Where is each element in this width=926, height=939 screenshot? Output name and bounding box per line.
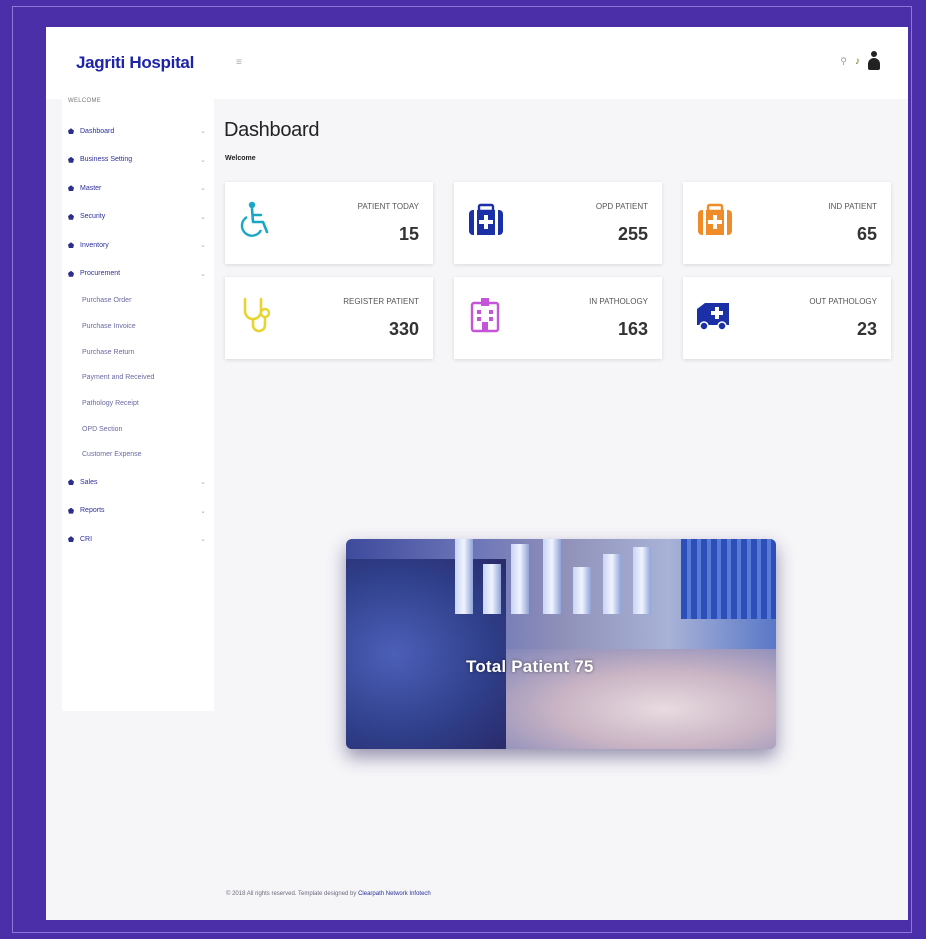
stat-card-value: 163 [617,319,648,339]
sidebar-item-label: Procurement [80,270,121,278]
hospital-building-icon [470,298,500,333]
chevron-down-icon: ⌄ [200,213,206,221]
sidebar-item-label: Sales [80,478,98,486]
home-icon [68,536,74,543]
chevron-down-icon: ⌄ [200,270,206,278]
home-icon [68,185,74,192]
medical-kit-icon [469,203,503,235]
stat-card-value: 15 [398,224,419,244]
submenu-item-pathology-receipt[interactable]: Pathology Receipt [62,391,214,417]
page-title: Dashboard [224,119,320,141]
sidebar-menu: Dashboard ⌄ Business Setting ⌄ Master ⌄ … [62,117,214,553]
stat-card-label: REGISTER PATIENT [343,297,419,306]
top-bar: Jagriti Hospital ≡ ⚲ ♪ [46,27,908,99]
stat-card-label: IND PATIENT [828,202,877,211]
stat-card-out-pathology[interactable]: OUT PATHOLOGY 23 [683,277,891,359]
menu-icon[interactable]: ≡ [236,57,242,68]
total-patient-banner: Total Patient 75 [346,539,776,749]
sidebar-item-business-setting[interactable]: Business Setting ⌄ [62,146,214,175]
stat-card-patient-today[interactable]: PATIENT TODAY 15 [225,182,433,264]
sidebar-item-label: Reports [80,507,105,515]
search-icon[interactable]: ⚲ [840,56,847,67]
chevron-down-icon: ⌄ [200,156,206,164]
sidebar-item-master[interactable]: Master ⌄ [62,174,214,203]
stat-card-label: IN PATHOLOGY [589,297,648,306]
stethoscope-icon [243,297,271,333]
stat-card-label: OUT PATHOLOGY [809,297,877,306]
footer: © 2018 All rights reserved. Template des… [226,891,431,897]
stat-card-label: PATIENT TODAY [357,202,419,211]
stat-card-register-patient[interactable]: REGISTER PATIENT 330 [225,277,433,359]
sidebar: WELCOME Dashboard ⌄ Business Setting ⌄ M… [62,93,214,711]
sidebar-item-label: Master [80,184,102,192]
stat-card-value: 23 [856,319,877,339]
ambulance-icon [697,303,729,331]
chevron-down-icon: ⌄ [200,507,206,515]
bar-graphic [455,539,651,614]
procurement-submenu: Purchase Order Purchase Invoice Purchase… [62,288,214,468]
chevron-down-icon: ⌄ [200,479,206,487]
chevron-down-icon: ⌄ [200,185,206,193]
sidebar-item-sales[interactable]: Sales ⌄ [62,468,214,497]
top-icons: ⚲ ♪ [840,51,880,71]
home-icon [68,507,74,514]
submenu-item-customer-expense[interactable]: Customer Expense [62,442,214,468]
stat-card-value: 65 [856,224,877,244]
home-icon [68,156,74,163]
submenu-item-payment-received[interactable]: Payment and Received [62,365,214,391]
chevron-down-icon: ⌄ [200,242,206,250]
home-icon [68,128,74,135]
footer-text: © 2018 All rights reserved. Template des… [226,891,357,897]
wheelchair-icon [240,201,269,237]
sidebar-welcome: WELCOME [68,98,102,104]
medical-kit-icon [698,203,732,235]
sidebar-item-cri[interactable]: CRI ⌄ [62,525,214,554]
stat-card-opd-patient[interactable]: OPD PATIENT 255 [454,182,662,264]
page-subtitle: Welcome [225,155,256,162]
home-icon [68,213,74,220]
home-icon [68,242,74,249]
sidebar-item-inventory[interactable]: Inventory ⌄ [62,231,214,260]
sidebar-item-security[interactable]: Security ⌄ [62,203,214,232]
sidebar-item-label: Security [80,213,106,221]
sidebar-item-dashboard[interactable]: Dashboard ⌄ [62,117,214,146]
home-icon [68,270,74,277]
stat-card-ind-patient[interactable]: IND PATIENT 65 [683,182,891,264]
sidebar-item-procurement[interactable]: Procurement ⌄ [62,260,214,289]
submenu-item-purchase-return[interactable]: Purchase Return [62,339,214,365]
sidebar-item-label: Business Setting [80,156,133,164]
sidebar-item-label: CRI [80,535,93,543]
app-page: Jagriti Hospital ≡ ⚲ ♪ WELCOME Dashboard… [46,27,908,920]
sidebar-item-label: Dashboard [80,127,115,135]
user-icon[interactable] [868,51,880,71]
submenu-item-purchase-invoice[interactable]: Purchase Invoice [62,314,214,340]
chevron-down-icon: ⌄ [200,128,206,136]
total-patient-caption: Total Patient 75 [466,657,594,676]
home-icon [68,479,74,486]
bell-icon[interactable]: ♪ [855,56,860,67]
brand-logo[interactable]: Jagriti Hospital [76,53,194,73]
sidebar-item-reports[interactable]: Reports ⌄ [62,496,214,525]
stat-card-value: 330 [388,319,419,339]
sidebar-item-label: Inventory [80,241,109,249]
footer-credit-link[interactable]: Clearpath Network Infotech [358,891,431,897]
stat-card-value: 255 [617,224,648,244]
chevron-down-icon: ⌄ [200,536,206,544]
submenu-item-opd-section[interactable]: OPD Section [62,416,214,442]
stat-card-in-pathology[interactable]: IN PATHOLOGY 163 [454,277,662,359]
submenu-item-purchase-order[interactable]: Purchase Order [62,288,214,314]
stat-card-label: OPD PATIENT [595,202,648,211]
curtain-image-area [681,539,776,619]
